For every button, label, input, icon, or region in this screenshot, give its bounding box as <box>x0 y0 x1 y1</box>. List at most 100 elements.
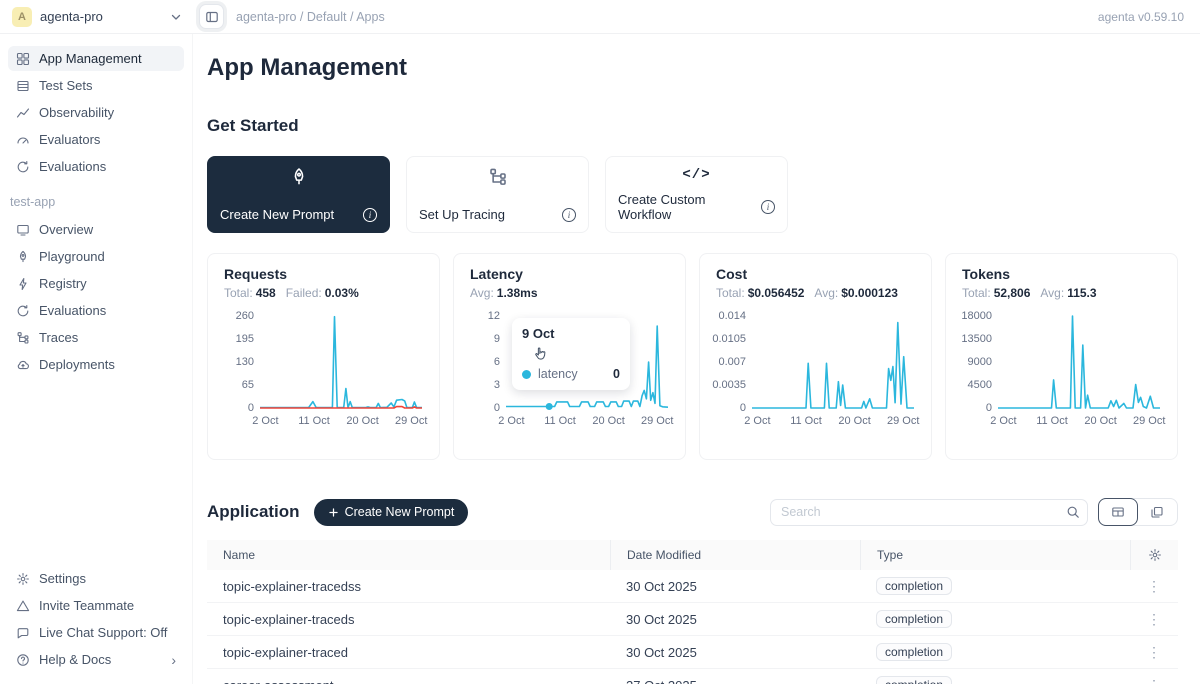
sidebar-item-evaluators[interactable]: Evaluators <box>8 127 184 152</box>
workspace-avatar: A <box>12 7 32 27</box>
create-new-prompt-button[interactable]: Create New Prompt <box>314 499 469 526</box>
sidebar-toggle-button[interactable] <box>199 4 224 29</box>
card-create-custom-workflow[interactable]: </> Create Custom Workflow i <box>605 156 788 233</box>
type-badge: completion <box>876 676 952 684</box>
sidebar-item-observability[interactable]: Observability <box>8 100 184 125</box>
type-badge: completion <box>876 643 952 661</box>
sidebar-item-invite-teammate[interactable]: Invite Teammate <box>8 593 184 618</box>
evaluators-icon <box>16 133 30 147</box>
sidebar-item-settings[interactable]: Settings <box>8 566 184 591</box>
info-icon[interactable]: i <box>363 208 377 222</box>
view-toggle <box>1098 498 1178 526</box>
table-row[interactable]: career-assessment 27 Oct 2025 completion… <box>207 669 1178 684</box>
evaluations-icon <box>16 304 30 318</box>
plus-icon <box>328 507 339 518</box>
x-tick-label: 11 Oct <box>544 415 576 427</box>
info-icon[interactable]: i <box>761 200 775 214</box>
y-tick-label: 6 <box>494 356 500 368</box>
x-axis: 2 Oct11 Oct20 Oct29 Oct <box>506 415 668 430</box>
y-tick-label: 4500 <box>968 379 992 391</box>
panel-icon <box>205 10 219 24</box>
code-icon: </> <box>618 167 775 183</box>
sidebar-item-deployments[interactable]: Deployments <box>8 352 184 377</box>
overview-icon <box>16 223 30 237</box>
gear-icon <box>16 572 30 586</box>
x-tick-label: 2 Oct <box>252 415 278 427</box>
chevron-right-icon: › <box>171 653 176 667</box>
sidebar-item-evaluations[interactable]: Evaluations <box>8 154 184 179</box>
y-tick-label: 9000 <box>968 356 992 368</box>
chart-tooltip: 9 Oct latency 0 <box>512 318 630 390</box>
chart-title: Requests <box>224 266 423 282</box>
chart-plot[interactable]: 2 Oct11 Oct20 Oct29 Oct <box>752 308 914 430</box>
y-tick-label: 12 <box>488 310 500 322</box>
sidebar-item-label: Invite Teammate <box>39 598 134 613</box>
x-tick-label: 11 Oct <box>298 415 330 427</box>
sidebar-item-live-chat-support-off[interactable]: Live Chat Support: Off <box>8 620 184 645</box>
chart-stat: Avg:115.3 <box>1040 286 1096 300</box>
sidebar-item-playground[interactable]: Playground <box>8 244 184 269</box>
chat-icon <box>16 626 30 640</box>
app-date-modified: 30 Oct 2025 <box>610 570 860 602</box>
sidebar-item-evaluations[interactable]: Evaluations <box>8 298 184 323</box>
app-type: completion <box>860 570 1130 602</box>
column-header-date-modified: Date Modified <box>610 540 860 570</box>
table-settings-gear-icon[interactable] <box>1148 548 1162 562</box>
tooltip-series-row: latency 0 <box>522 367 620 381</box>
application-header: Application Create New Prompt <box>207 498 1178 526</box>
y-tick-label: 18000 <box>961 310 992 322</box>
row-menu-button[interactable]: ⋮ <box>1147 678 1161 684</box>
row-menu-button[interactable]: ⋮ <box>1147 612 1161 626</box>
line-chart[interactable] <box>998 308 1160 413</box>
x-axis: 2 Oct11 Oct20 Oct29 Oct <box>998 415 1160 430</box>
series-dot <box>522 370 531 379</box>
chart-stat: Total:52,806 <box>962 286 1030 300</box>
observability-icon <box>16 106 30 120</box>
card-create-new-prompt[interactable]: Create New Prompt i <box>207 156 390 233</box>
y-tick-label: 0 <box>494 402 500 414</box>
sidebar-item-traces[interactable]: Traces <box>8 325 184 350</box>
chart-plot[interactable]: 2 Oct11 Oct20 Oct29 Oct <box>998 308 1160 430</box>
chart-stats: Total:$0.056452Avg:$0.000123 <box>716 286 915 300</box>
table-header-row: Name Date Modified Type <box>207 540 1178 570</box>
x-tick-label: 2 Oct <box>498 415 524 427</box>
breadcrumb[interactable]: agenta-pro / Default / Apps <box>236 10 385 24</box>
table-row[interactable]: topic-explainer-traced 30 Oct 2025 compl… <box>207 636 1178 669</box>
line-chart[interactable] <box>260 308 422 413</box>
x-tick-label: 29 Oct <box>1133 415 1165 427</box>
app-type: completion <box>860 636 1130 668</box>
chart-plot[interactable]: 2 Oct11 Oct20 Oct29 Oct <box>260 308 422 430</box>
sidebar-item-registry[interactable]: Registry <box>8 271 184 296</box>
workspace-switcher[interactable]: A agenta-pro <box>0 7 193 27</box>
sidebar-item-app-management[interactable]: App Management <box>8 46 184 71</box>
x-tick-label: 20 Oct <box>592 415 624 427</box>
search-input[interactable] <box>770 499 1088 526</box>
chart-stat: Failed:0.03% <box>286 286 359 300</box>
app-name: topic-explainer-tracedss <box>207 570 610 602</box>
table-view-button[interactable] <box>1098 498 1138 526</box>
row-menu-button[interactable]: ⋮ <box>1147 645 1161 659</box>
card-label: Set Up Tracing <box>419 207 505 222</box>
card-view-button[interactable] <box>1137 499 1177 525</box>
table-view-icon <box>1111 505 1125 519</box>
sidebar-item-label: Evaluations <box>39 159 106 174</box>
chart-stats: Avg:1.38ms <box>470 286 669 300</box>
info-icon[interactable]: i <box>562 208 576 222</box>
sidebar-item-overview[interactable]: Overview <box>8 217 184 242</box>
table-row[interactable]: topic-explainer-tracedss 30 Oct 2025 com… <box>207 570 1178 603</box>
row-menu-button[interactable]: ⋮ <box>1147 579 1161 593</box>
y-tick-label: 3 <box>494 379 500 391</box>
card-set-up-tracing[interactable]: Set Up Tracing i <box>406 156 589 233</box>
chevron-down-icon <box>169 10 183 24</box>
sidebar-item-test-sets[interactable]: Test Sets <box>8 73 184 98</box>
sidebar-item-help-docs[interactable]: Help & Docs› <box>8 647 184 672</box>
table-row[interactable]: topic-explainer-traceds 30 Oct 2025 comp… <box>207 603 1178 636</box>
lightning-icon <box>16 277 30 291</box>
app-type: completion <box>860 603 1130 635</box>
chart-body: 0.0140.01050.0070.00350 2 Oct11 Oct20 Oc… <box>716 308 915 430</box>
main-content: App Management Get Started Create New Pr… <box>193 34 1200 684</box>
chart-card-cost: Cost Total:$0.056452Avg:$0.000123 0.0140… <box>699 253 932 460</box>
chart-card-tokens: Tokens Total:52,806Avg:115.3 18000135009… <box>945 253 1178 460</box>
tooltip-date: 9 Oct <box>522 326 620 341</box>
line-chart[interactable] <box>752 308 914 413</box>
